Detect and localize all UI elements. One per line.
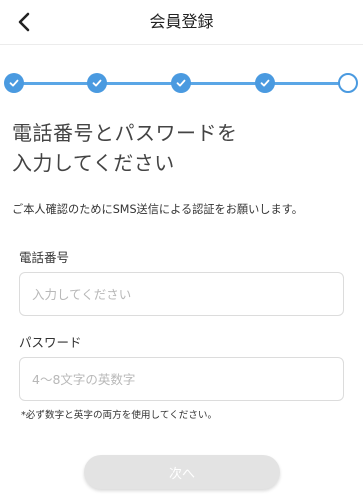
password-input[interactable]: [19, 357, 344, 401]
page-heading: 電話番号とパスワードを 入力してください: [12, 118, 352, 178]
check-icon: [260, 79, 270, 87]
step-3-complete: [171, 73, 191, 93]
check-icon: [9, 79, 19, 87]
step-2-complete: [87, 73, 107, 93]
check-icon: [92, 79, 102, 87]
password-label: パスワード: [19, 335, 82, 350]
step-5-current: [338, 73, 358, 93]
next-button[interactable]: 次へ: [84, 455, 280, 489]
step-4-complete: [255, 73, 275, 93]
password-note: *必ず数字と英字の両方を使用してください。: [21, 410, 218, 421]
phone-label: 電話番号: [19, 250, 70, 265]
check-icon: [176, 79, 186, 87]
page-title: 会員登録: [149, 12, 214, 31]
step-1-complete: [4, 73, 24, 93]
verification-description: ご本人確認のためにSMS送信による認証をお願いします。: [12, 203, 303, 216]
app-header: 会員登録: [0, 0, 363, 45]
progress-stepper: [0, 70, 363, 96]
heading-line-1: 電話番号とパスワードを: [12, 121, 238, 145]
heading-line-2: 入力してください: [12, 151, 175, 175]
phone-number-input[interactable]: [19, 272, 344, 316]
